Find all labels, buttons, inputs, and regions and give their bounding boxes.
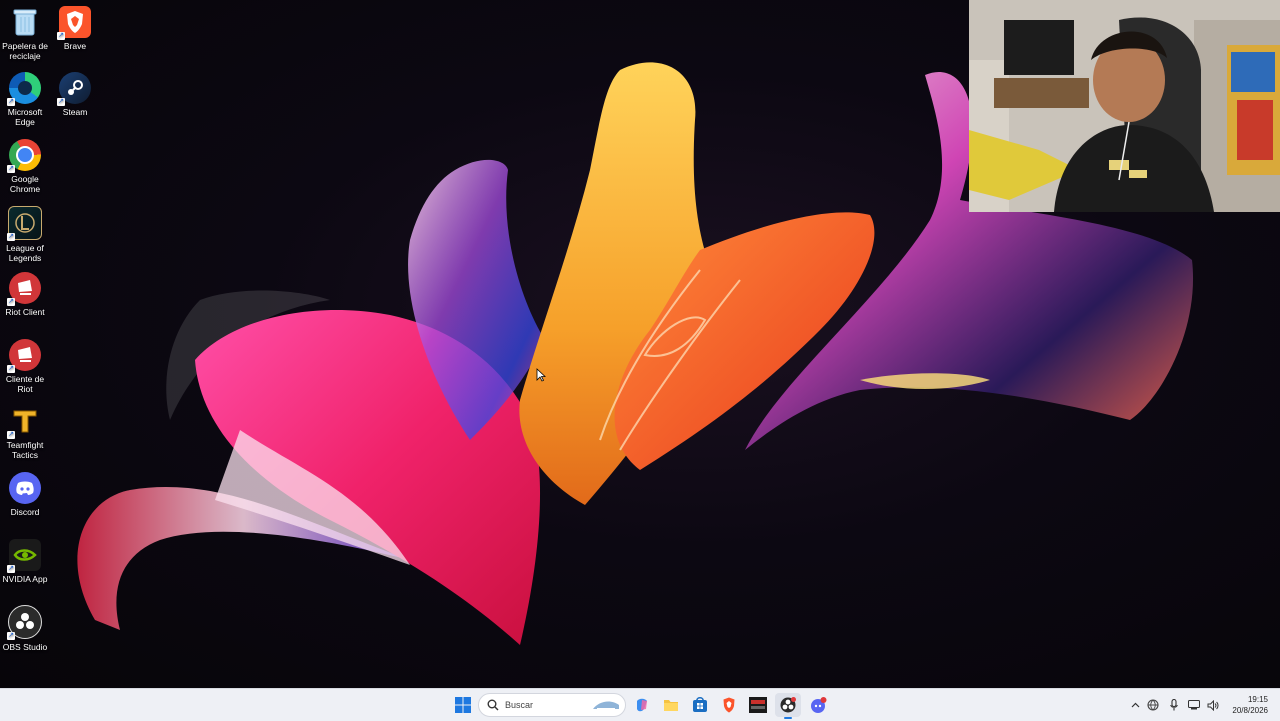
nvidia-icon: ↗ xyxy=(7,539,41,573)
copilot-icon xyxy=(637,698,647,712)
desktop-icon-label: OBS Studio xyxy=(2,642,48,652)
search-placeholder: Buscar xyxy=(505,700,534,710)
shortcut-arrow-icon: ↗ xyxy=(7,298,15,306)
desktop-icon-label: NVIDIA App xyxy=(2,574,48,584)
taskbar-file-explorer[interactable] xyxy=(658,693,684,717)
discord-icon xyxy=(9,472,41,504)
taskbar: Buscar 19:15 20/8/2026 xyxy=(0,688,1280,721)
shortcut-arrow-icon: ↗ xyxy=(7,431,15,439)
desktop-icon-label: Google Chrome xyxy=(9,174,41,194)
network-icon[interactable] xyxy=(1142,699,1164,711)
desktop-icon-league-of-legends[interactable]: ↗ League of Legends xyxy=(0,206,50,263)
desktop-icon-cliente-de-riot[interactable]: ↗ Cliente de Riot xyxy=(0,339,50,394)
taskbar-search-box[interactable]: Buscar xyxy=(478,693,626,717)
search-highlight-icon xyxy=(593,701,619,710)
desktop-icon-label: League of Legends xyxy=(6,243,44,263)
discord-icon xyxy=(811,697,827,713)
volume-icon[interactable] xyxy=(1204,699,1222,711)
taskbar-discord[interactable] xyxy=(805,693,831,717)
shortcut-arrow-icon: ↗ xyxy=(7,365,15,373)
edge-icon: ↗ xyxy=(7,72,41,106)
search-icon xyxy=(487,699,499,711)
desktop-icon-label: Microsoft Edge xyxy=(7,107,43,127)
shortcut-arrow-icon: ↗ xyxy=(7,632,15,640)
desktop: Papelera de reciclaje ↗ Brave ↗ Microsof… xyxy=(0,0,1280,688)
desktop-icon-label: Cliente de Riot xyxy=(5,374,45,394)
desktop-icon-label: Discord xyxy=(10,507,40,517)
taskbar-voice-app[interactable] xyxy=(745,693,771,717)
shortcut-arrow-icon: ↗ xyxy=(7,565,15,573)
taskbar-copilot[interactable] xyxy=(629,693,655,717)
shortcut-arrow-icon: ↗ xyxy=(7,98,15,106)
desktop-icon-label: Riot Client xyxy=(5,307,45,317)
riot-client-icon: ↗ xyxy=(7,272,41,306)
shortcut-arrow-icon: ↗ xyxy=(7,165,15,173)
taskbar-obs-studio[interactable] xyxy=(775,693,801,719)
taskbar-clock[interactable]: 19:15 20/8/2026 xyxy=(1232,694,1268,716)
shortcut-arrow-icon: ↗ xyxy=(57,32,65,40)
recycle-bin-icon xyxy=(9,6,41,38)
desktop-icon-obs-studio[interactable]: ↗ OBS Studio xyxy=(0,605,50,652)
taskbar-brave[interactable] xyxy=(716,693,742,717)
system-tray xyxy=(1128,689,1222,721)
desktop-icon-label: Teamfight Tactics xyxy=(6,440,44,460)
microsoft-store-icon xyxy=(693,697,707,712)
file-explorer-icon xyxy=(664,700,678,711)
desktop-icon-brave[interactable]: ↗ Brave xyxy=(50,6,100,51)
chevron-up-icon[interactable] xyxy=(1128,702,1142,708)
obs-icon xyxy=(780,697,796,713)
start-button[interactable] xyxy=(450,693,476,717)
desktop-icon-label: Steam xyxy=(62,107,88,117)
desktop-icon-nvidia-app[interactable]: ↗ NVIDIA App xyxy=(0,539,50,584)
shortcut-arrow-icon: ↗ xyxy=(7,233,15,241)
desktop-icon-teamfight-tactics[interactable]: ↗ Teamfight Tactics xyxy=(0,405,50,460)
desktop-icon-discord[interactable]: Discord xyxy=(0,472,50,517)
mouse-cursor-icon xyxy=(536,368,546,382)
teamfight-tactics-icon: ↗ xyxy=(7,405,41,439)
brave-icon xyxy=(723,697,735,713)
desktop-icon-recycle-bin[interactable]: Papelera de reciclaje xyxy=(0,6,50,61)
taskbar-microsoft-store[interactable] xyxy=(687,693,713,717)
desktop-icon-chrome[interactable]: ↗ Google Chrome xyxy=(0,139,50,194)
desktop-icon-label: Brave xyxy=(63,41,87,51)
clock-time: 19:15 xyxy=(1247,695,1268,704)
active-indicator xyxy=(784,717,792,719)
desktop-icon-label: Papelera de reciclaje xyxy=(2,41,48,61)
obs-icon: ↗ xyxy=(7,605,42,640)
microphone-icon[interactable] xyxy=(1164,699,1184,711)
chrome-icon: ↗ xyxy=(7,139,41,173)
desktop-icon-riot-client[interactable]: ↗ Riot Client xyxy=(0,272,50,317)
clock-date: 20/8/2026 xyxy=(1232,706,1268,715)
desktop-icon-edge[interactable]: ↗ Microsoft Edge xyxy=(0,72,50,127)
battery-icon[interactable] xyxy=(1184,700,1204,710)
riot-client-icon: ↗ xyxy=(7,339,41,373)
webcam-overlay xyxy=(969,0,1280,212)
start-icon xyxy=(455,697,471,713)
brave-icon: ↗ xyxy=(57,6,91,40)
league-of-legends-icon: ↗ xyxy=(7,206,42,241)
shortcut-arrow-icon: ↗ xyxy=(57,98,65,106)
steam-icon: ↗ xyxy=(57,72,91,106)
desktop-icon-steam[interactable]: ↗ Steam xyxy=(50,72,100,117)
voice-app-icon xyxy=(749,697,767,713)
